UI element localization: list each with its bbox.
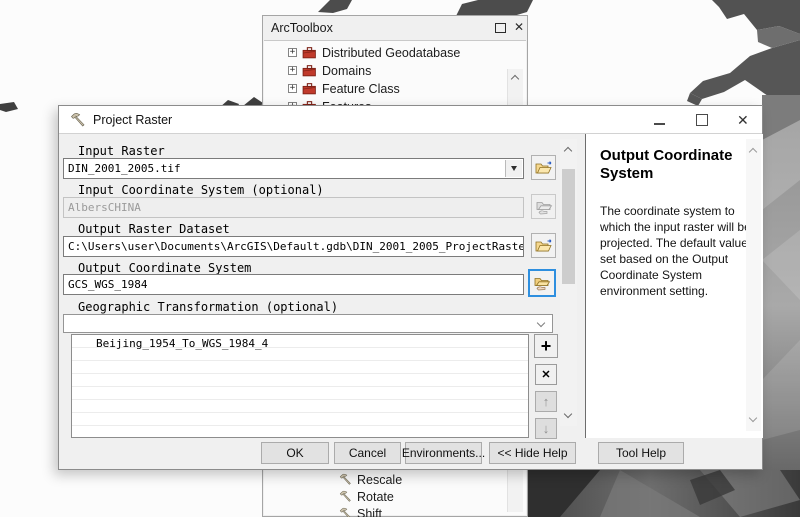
help-scrollbar[interactable] [746, 139, 761, 431]
environments-button[interactable]: Environments... [405, 442, 482, 464]
tool-help-button[interactable]: Tool Help [598, 442, 684, 464]
arrow-down-icon: ↓ [543, 421, 550, 436]
browse-output-dataset-button[interactable] [531, 233, 556, 258]
geographic-transformation-combobox[interactable] [63, 314, 553, 333]
input-coordinate-system-label: Input Coordinate System (optional) [78, 183, 324, 197]
float-window-icon[interactable] [495, 23, 506, 33]
remove-transformation-button[interactable]: ✕ [535, 364, 557, 385]
maximize-icon[interactable] [696, 114, 708, 126]
scrollbar-thumb[interactable] [562, 169, 575, 284]
tree-item-domains[interactable]: + Domains [288, 62, 371, 79]
x-icon: ✕ [541, 368, 550, 381]
expand-plus-icon[interactable]: + [288, 66, 297, 75]
output-coordinate-system-value: GCS_WGS_1984 [68, 278, 147, 291]
close-icon[interactable]: ✕ [737, 111, 749, 129]
geographic-transformation-label: Geographic Transformation (optional) [78, 300, 338, 314]
folder-open-icon [535, 238, 553, 254]
scroll-up-icon[interactable] [563, 147, 571, 155]
input-raster-combobox[interactable]: DIN_2001_2005.tif [63, 158, 524, 179]
input-coordinate-system-value: AlbersCHINA [68, 201, 141, 214]
folder-hand-icon [535, 199, 553, 215]
toolbox-icon [302, 46, 317, 59]
tree-item-label: Rotate [357, 490, 394, 504]
dialog-titlebar[interactable]: Project Raster [59, 106, 762, 134]
expand-plus-icon[interactable]: + [288, 48, 297, 57]
screen: ArcToolbox ✕ + Distributed Geodatabase +… [0, 0, 800, 517]
plus-icon: + [541, 336, 552, 357]
move-down-button[interactable]: ↓ [535, 418, 557, 439]
list-item[interactable]: Beijing_1954_To_WGS_1984_4 [96, 337, 268, 350]
output-raster-dataset-label: Output Raster Dataset [78, 222, 230, 236]
tree-item-label: Shift [357, 507, 382, 517]
input-raster-value: DIN_2001_2005.tif [68, 162, 181, 175]
input-coordinate-system-properties-button[interactable] [531, 194, 556, 219]
browse-input-raster-button[interactable] [531, 155, 556, 180]
output-coordinate-system-field[interactable]: GCS_WGS_1984 [63, 274, 524, 295]
folder-open-icon [535, 160, 553, 176]
scroll-up-icon[interactable] [510, 75, 518, 83]
help-panel: Output Coordinate System The coordinate … [585, 134, 763, 438]
help-body: The coordinate system to which the input… [600, 203, 760, 299]
tree-item-rescale[interactable]: Rescale [339, 471, 402, 488]
folder-hand-icon [533, 275, 551, 291]
close-icon[interactable]: ✕ [514, 20, 524, 34]
form-scrollbar[interactable] [560, 139, 577, 426]
add-transformation-button[interactable]: + [534, 334, 558, 358]
dropdown-arrow-icon [511, 166, 517, 171]
hammer-icon [70, 112, 86, 128]
output-raster-dataset-value: C:\Users\user\Documents\ArcGIS\Default.g… [68, 240, 524, 253]
arctoolbox-title: ArcToolbox [263, 16, 527, 40]
output-coordinate-system-properties-button[interactable] [528, 269, 556, 297]
dialog-title: Project Raster [93, 113, 172, 127]
tree-item-label: Distributed Geodatabase [322, 46, 460, 60]
tool-hammer-icon [339, 490, 352, 503]
input-raster-label: Input Raster [78, 144, 165, 158]
cancel-button[interactable]: Cancel [334, 442, 401, 464]
arrow-up-icon: ↑ [543, 394, 550, 409]
scroll-up-icon[interactable] [748, 148, 756, 156]
scroll-down-icon[interactable] [563, 410, 571, 418]
toolbox-icon [302, 82, 317, 95]
tree-item-rotate[interactable]: Rotate [339, 488, 394, 505]
output-coordinate-system-label: Output Coordinate System [78, 261, 251, 275]
tree-item-shift[interactable]: Shift [339, 505, 382, 517]
tree-item-distributed-geodatabase[interactable]: + Distributed Geodatabase [288, 44, 460, 61]
tree-item-feature-class[interactable]: + Feature Class [288, 80, 400, 97]
project-raster-dialog: Project Raster ✕ Input Raster DIN_2001_2… [58, 105, 763, 470]
minimize-icon[interactable] [654, 123, 665, 125]
move-up-button[interactable]: ↑ [535, 391, 557, 412]
tree-item-label: Domains [322, 64, 371, 78]
tree-item-label: Feature Class [322, 82, 400, 96]
tool-hammer-icon [339, 507, 352, 517]
output-raster-dataset-field[interactable]: C:\Users\user\Documents\ArcGIS\Default.g… [63, 236, 524, 257]
ok-button[interactable]: OK [261, 442, 329, 464]
expand-plus-icon[interactable]: + [288, 84, 297, 93]
input-coordinate-system-field: AlbersCHINA [63, 197, 524, 218]
scroll-down-icon[interactable] [748, 414, 756, 422]
chevron-down-icon [537, 319, 545, 327]
tree-item-label: Rescale [357, 473, 402, 487]
hide-help-button[interactable]: << Hide Help [489, 442, 576, 464]
tool-hammer-icon [339, 473, 352, 486]
dropdown-button[interactable] [505, 160, 522, 177]
help-heading: Output Coordinate System [600, 147, 750, 183]
transformation-list[interactable]: Beijing_1954_To_WGS_1984_4 [71, 334, 529, 438]
toolbox-icon [302, 64, 317, 77]
